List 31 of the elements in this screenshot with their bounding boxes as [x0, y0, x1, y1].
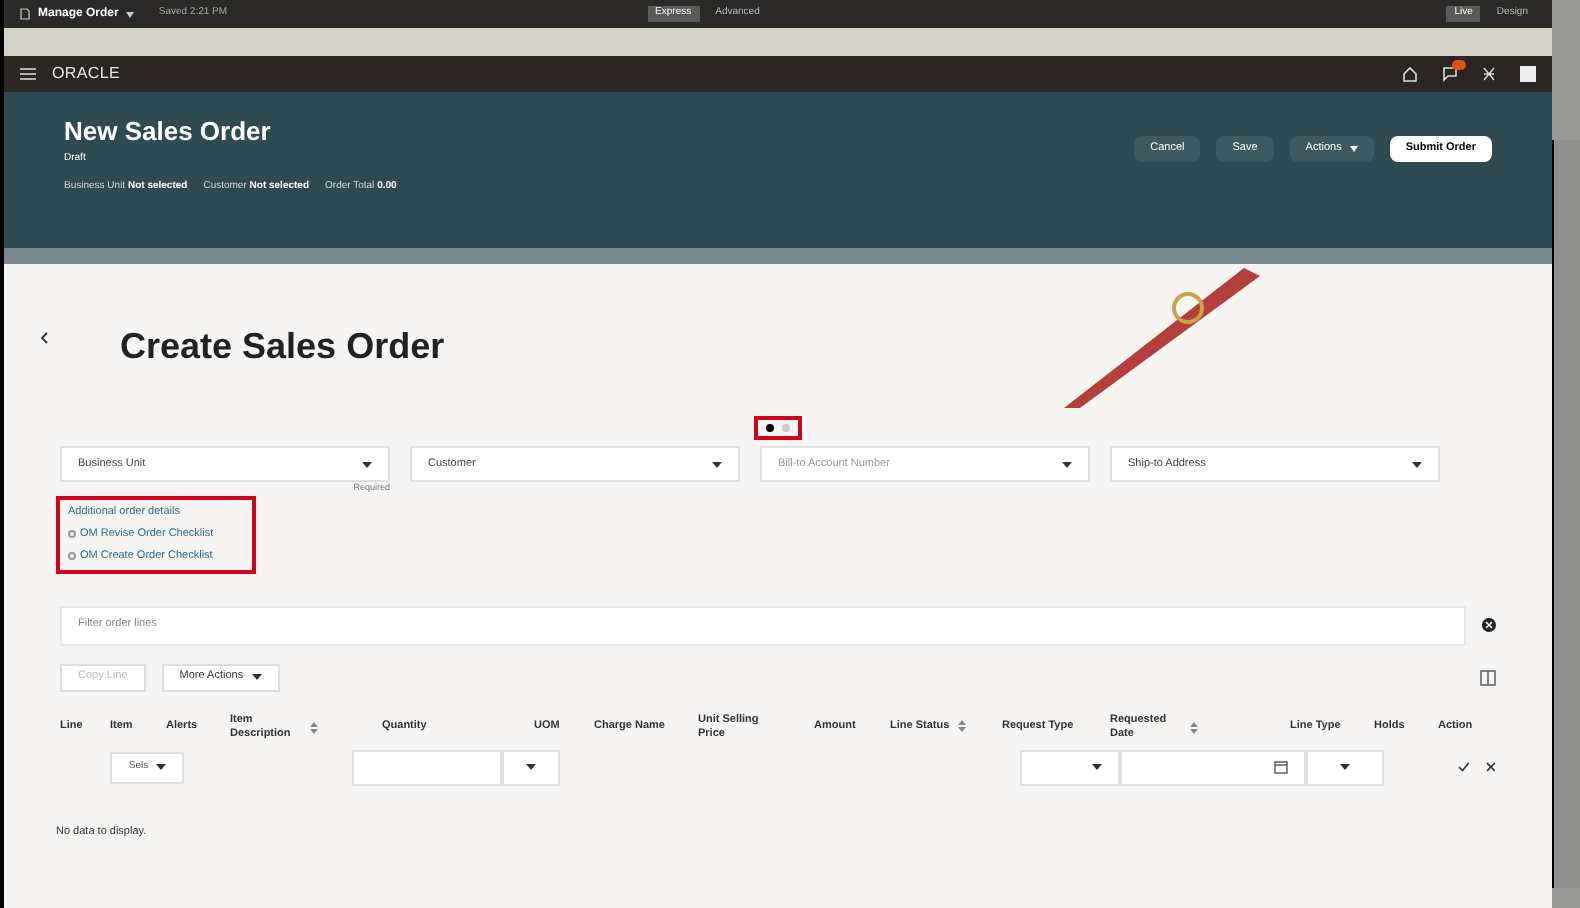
- caret-icon: [1349, 146, 1358, 152]
- oracle-logo: ORACLE: [52, 62, 121, 86]
- home-icon[interactable]: [1402, 66, 1418, 82]
- document-icon: [20, 8, 30, 20]
- quantity-field[interactable]: [352, 749, 502, 785]
- caret-icon: [1339, 764, 1350, 770]
- caret-icon: [126, 11, 135, 17]
- caret-icon: [1062, 461, 1072, 467]
- check-icon[interactable]: [1458, 762, 1471, 772]
- caret-icon: [156, 764, 167, 770]
- clear-icon[interactable]: [1482, 618, 1496, 632]
- sort-icon[interactable]: [1190, 721, 1198, 733]
- caret-icon: [1091, 764, 1102, 770]
- columns-icon[interactable]: [1480, 669, 1496, 685]
- caret-icon: [362, 461, 372, 467]
- menu-icon[interactable]: [20, 68, 36, 80]
- order-title: New Sales Order: [64, 114, 273, 150]
- chevron-left-icon[interactable]: [40, 332, 48, 344]
- date-field[interactable]: [1119, 749, 1306, 785]
- accessibility-icon[interactable]: [1482, 66, 1496, 82]
- page-heading: Create Sales Order: [120, 323, 445, 369]
- notification-icon[interactable]: [1442, 66, 1458, 82]
- sort-icon[interactable]: [310, 721, 318, 733]
- notification-badge: [1452, 60, 1466, 70]
- caret-icon: [251, 674, 262, 680]
- sort-icon[interactable]: [957, 720, 966, 733]
- caret-icon: [712, 461, 722, 467]
- close-icon[interactable]: [1486, 762, 1497, 772]
- caret-icon: [525, 764, 536, 770]
- caret-icon: [1412, 461, 1422, 467]
- calendar-icon[interactable]: [1273, 760, 1288, 774]
